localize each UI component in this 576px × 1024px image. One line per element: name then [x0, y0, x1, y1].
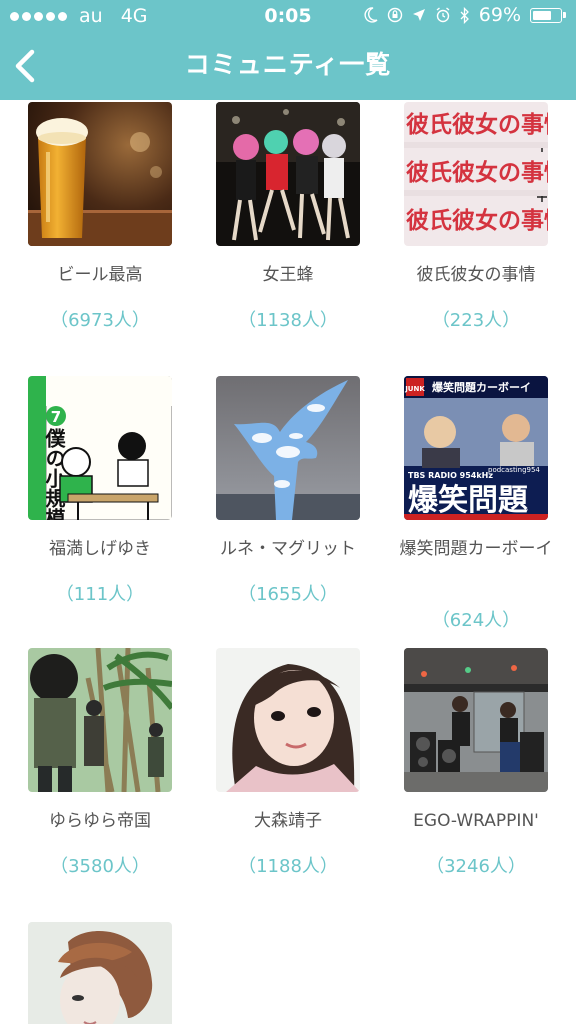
community-thumbnail [404, 648, 548, 792]
alarm-clock-icon [436, 7, 450, 23]
battery-fill [533, 10, 551, 20]
battery-icon [530, 7, 566, 23]
member-count: （1655人） [238, 584, 338, 605]
fukumitsu-title: 僕の小規模な生活 [42, 428, 66, 520]
bakusho-logo: JUNK [404, 385, 425, 393]
community-name: ゆらゆら帝国 [49, 811, 151, 831]
community-name: 福満しげゆき [49, 539, 151, 559]
community-thumbnail: 彼氏彼女の事情 彼氏彼女の事情 彼氏彼女の事情 [404, 102, 548, 246]
member-count: （3580人） [50, 856, 150, 877]
community-name: 爆笑問題カーボーイ [399, 539, 553, 559]
bakusho-big-text: 爆笑問題 [408, 483, 528, 518]
member-count: （1188人） [238, 856, 338, 877]
moon-icon [364, 7, 378, 23]
bakusho-station: TBS RADIO 954kHz [408, 471, 493, 480]
member-count: （624人） [431, 610, 521, 631]
community-name: ビール最高 [57, 265, 143, 285]
status-right: 69% [364, 4, 566, 26]
kareshi-text-line-2: 彼氏彼女の事情 [406, 159, 548, 186]
community-thumbnail [28, 648, 172, 792]
community-name: 彼氏彼女の事情 [416, 265, 536, 285]
bakusho-header-text: 爆笑問題カーボーイ [432, 380, 531, 394]
kareshi-text-line-1: 彼氏彼女の事情 [406, 111, 548, 138]
member-count: （6973人） [50, 310, 150, 331]
bluetooth-icon [460, 6, 469, 24]
fukumitsu-volume: 7 [51, 408, 61, 426]
community-thumbnail: 僕の小規模な生活 7 [28, 376, 172, 520]
community-name: ルネ・マグリット [220, 539, 356, 559]
member-count: （1138人） [238, 310, 338, 331]
bakusho-podcast: podcasting954 [488, 466, 540, 474]
kareshi-text-line-3: 彼氏彼女の事情 [406, 207, 548, 234]
rotation-lock-icon [387, 7, 402, 23]
community-thumbnail: JUNK 爆笑問題カーボーイ TBS RADIO 954kHz podcasti… [404, 376, 548, 520]
member-count: （111人） [55, 584, 145, 605]
community-thumbnail [216, 102, 360, 246]
community-name: 大森靖子 [254, 811, 322, 831]
member-count: （3246人） [426, 856, 526, 877]
page-title: コミュニティ一覧 [184, 50, 392, 79]
navigation-header: au 4G 0:05 69% コミュニティ一覧 [0, 0, 576, 100]
member-count: （223人） [431, 310, 521, 331]
community-name: 女王蜂 [262, 265, 314, 285]
community-name: EGO-WRAPPIN' [413, 811, 539, 831]
status-bar: au 4G 0:05 69% [0, 0, 576, 32]
community-thumbnail [28, 922, 172, 1024]
community-thumbnail [216, 376, 360, 520]
community-thumbnail [28, 102, 172, 246]
community-thumbnail [216, 648, 360, 792]
community-grid: ビール最高 （6973人） 女王蜂 （1138人） 彼氏彼女の事 彼氏彼女の事 … [0, 100, 576, 1024]
battery-percent: 69% [478, 4, 521, 26]
location-arrow-icon [412, 9, 425, 21]
